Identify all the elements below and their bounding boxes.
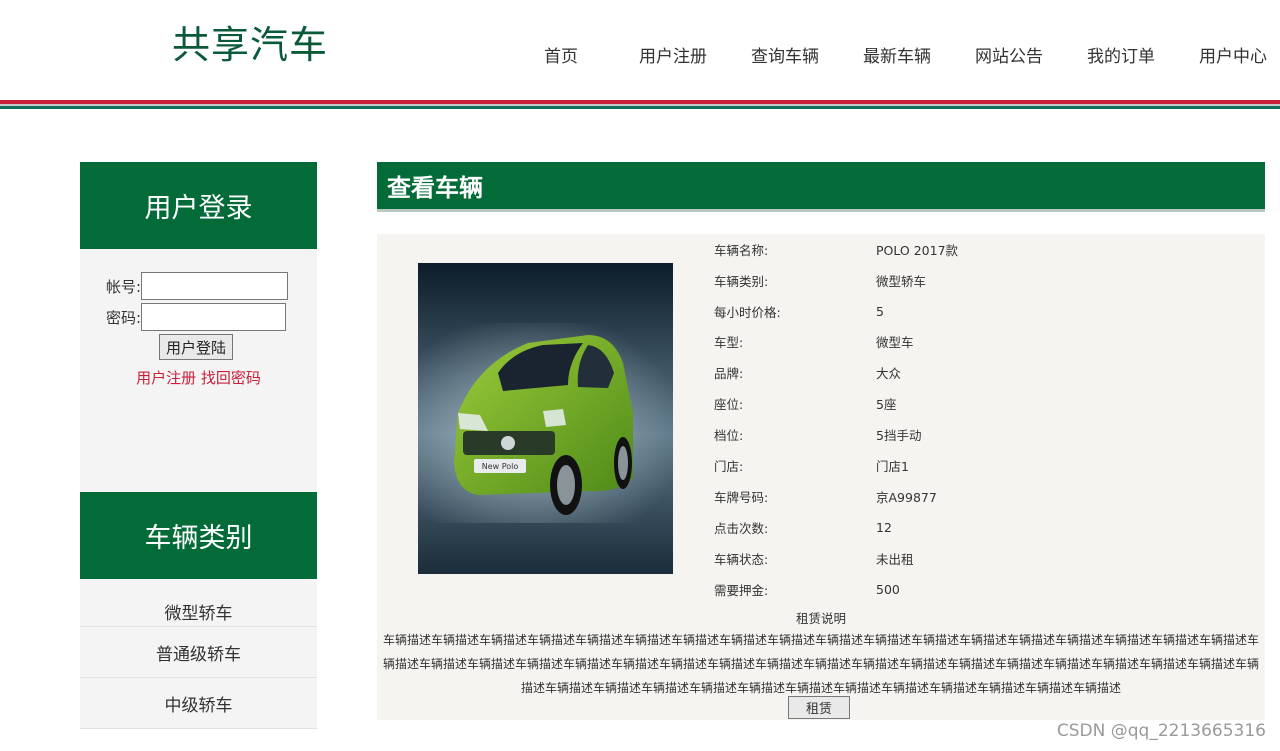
license-plate-badge: New Polo — [482, 462, 519, 471]
site-header: 共享汽车 首页 用户注册 查询车辆 最新车辆 网站公告 我的订单 用户中心 — [0, 0, 1280, 100]
account-input[interactable] — [141, 272, 289, 300]
password-input[interactable] — [141, 303, 287, 331]
spec-value: 5挡手动 — [876, 427, 922, 443]
spec-label: 车辆类别: — [714, 273, 769, 289]
category-label: 中级轿车 — [164, 695, 233, 716]
nav-latest-vehicle[interactable]: 最新车辆 — [841, 42, 953, 67]
spec-label: 车辆状态: — [714, 551, 769, 567]
spec-label: 每小时价格: — [714, 304, 781, 320]
spec-row: 档位: 5挡手动 — [714, 424, 1176, 444]
spec-row: 每小时价格: 5 — [714, 301, 1176, 321]
category-item[interactable]: 微型轿车 — [80, 579, 317, 627]
register-link[interactable]: 用户注册 — [136, 369, 196, 387]
nav-home[interactable]: 首页 — [505, 42, 617, 67]
account-label: 帐号: — [106, 277, 142, 296]
nav-register[interactable]: 用户注册 — [617, 42, 729, 67]
spec-value: 京A99877 — [876, 489, 937, 505]
main-nav: 首页 用户注册 查询车辆 最新车辆 网站公告 我的订单 用户中心 — [505, 42, 1280, 67]
spec-value: 500 — [876, 581, 900, 597]
nav-announcements[interactable]: 网站公告 — [953, 42, 1065, 67]
spec-row: 车型: 微型车 — [714, 331, 1176, 351]
spec-label: 档位: — [714, 427, 744, 443]
spec-row: 车辆状态: 未出租 — [714, 548, 1176, 568]
account-row: 帐号: — [106, 272, 289, 300]
nav-my-orders[interactable]: 我的订单 — [1065, 42, 1177, 67]
vehicle-detail-panel: New Polo 车辆名称: POLO 2017款 车辆类别: 微型轿车 每小时价格… — [377, 234, 1265, 720]
password-row: 密码: — [106, 303, 287, 331]
rental-notes-title: 租赁说明 — [795, 611, 846, 626]
spec-row: 车牌号码: 京A99877 — [714, 486, 1176, 506]
spec-label: 车牌号码: — [714, 489, 769, 505]
spec-row: 车辆类别: 微型轿车 — [714, 270, 1176, 290]
spec-value: 大众 — [876, 365, 902, 381]
category-item[interactable]: 普通级轿车 — [80, 627, 317, 678]
page-title: 查看车辆 — [377, 162, 1265, 209]
category-title: 车辆类别 — [80, 492, 317, 579]
site-logo[interactable]: 共享汽车 — [172, 14, 328, 69]
login-title: 用户登录 — [80, 162, 317, 249]
vehicle-image: New Polo — [418, 263, 673, 574]
title-underline — [377, 209, 1265, 212]
sidebar: 用户登录 帐号: 密码: 用户登陆 用户注册 找回密码 车辆类别 微型轿车 普通… — [80, 162, 317, 729]
spec-label: 座位: — [714, 396, 744, 412]
spec-value: 5座 — [876, 396, 897, 412]
spec-value: 未出租 — [876, 551, 914, 567]
spec-value: 微型车 — [876, 334, 914, 350]
spec-row: 车辆名称: POLO 2017款 — [714, 239, 1176, 259]
category-label: 微型轿车 — [164, 603, 233, 624]
login-button[interactable]: 用户登陆 — [159, 334, 233, 360]
nav-user-center[interactable]: 用户中心 — [1177, 42, 1280, 67]
spec-label: 门店: — [714, 458, 744, 474]
nav-search-vehicle[interactable]: 查询车辆 — [729, 42, 841, 67]
header-divider-green — [0, 106, 1280, 109]
spec-label: 车型: — [714, 334, 744, 350]
spec-row: 点击次数: 12 — [714, 517, 1176, 537]
category-label: 普通级轿车 — [156, 644, 241, 665]
category-list: 微型轿车 普通级轿车 中级轿车 — [80, 579, 317, 729]
spec-row: 座位: 5座 — [714, 393, 1176, 413]
spec-value: 5 — [876, 303, 884, 319]
spec-label: 需要押金: — [714, 582, 769, 598]
login-links: 用户注册 找回密码 — [80, 367, 317, 388]
spec-row: 门店: 门店1 — [714, 455, 1176, 475]
category-item[interactable]: 中级轿车 — [80, 678, 317, 729]
watermark: CSDN @qq_2213665316 — [1056, 721, 1266, 741]
spec-value: 微型轿车 — [876, 273, 927, 289]
spec-row: 需要押金: 500 — [714, 579, 1176, 599]
spec-label: 车辆名称: — [714, 242, 769, 258]
rent-button[interactable]: 租赁 — [788, 696, 850, 719]
spec-row: 品牌: 大众 — [714, 362, 1176, 382]
recover-password-link[interactable]: 找回密码 — [201, 369, 261, 387]
spec-label: 品牌: — [714, 365, 744, 381]
password-label: 密码: — [106, 308, 142, 327]
spec-label: 点击次数: — [714, 520, 769, 536]
spec-value: 门店1 — [876, 458, 909, 474]
rental-notes-text: 车辆描述车辆描述车辆描述车辆描述车辆描述车辆描述车辆描述车辆描述车辆描述车辆描述… — [382, 633, 1259, 695]
spec-value: POLO 2017款 — [876, 242, 959, 258]
login-panel: 帐号: 密码: 用户登陆 用户注册 找回密码 — [80, 249, 317, 492]
spec-value: 12 — [876, 519, 892, 535]
